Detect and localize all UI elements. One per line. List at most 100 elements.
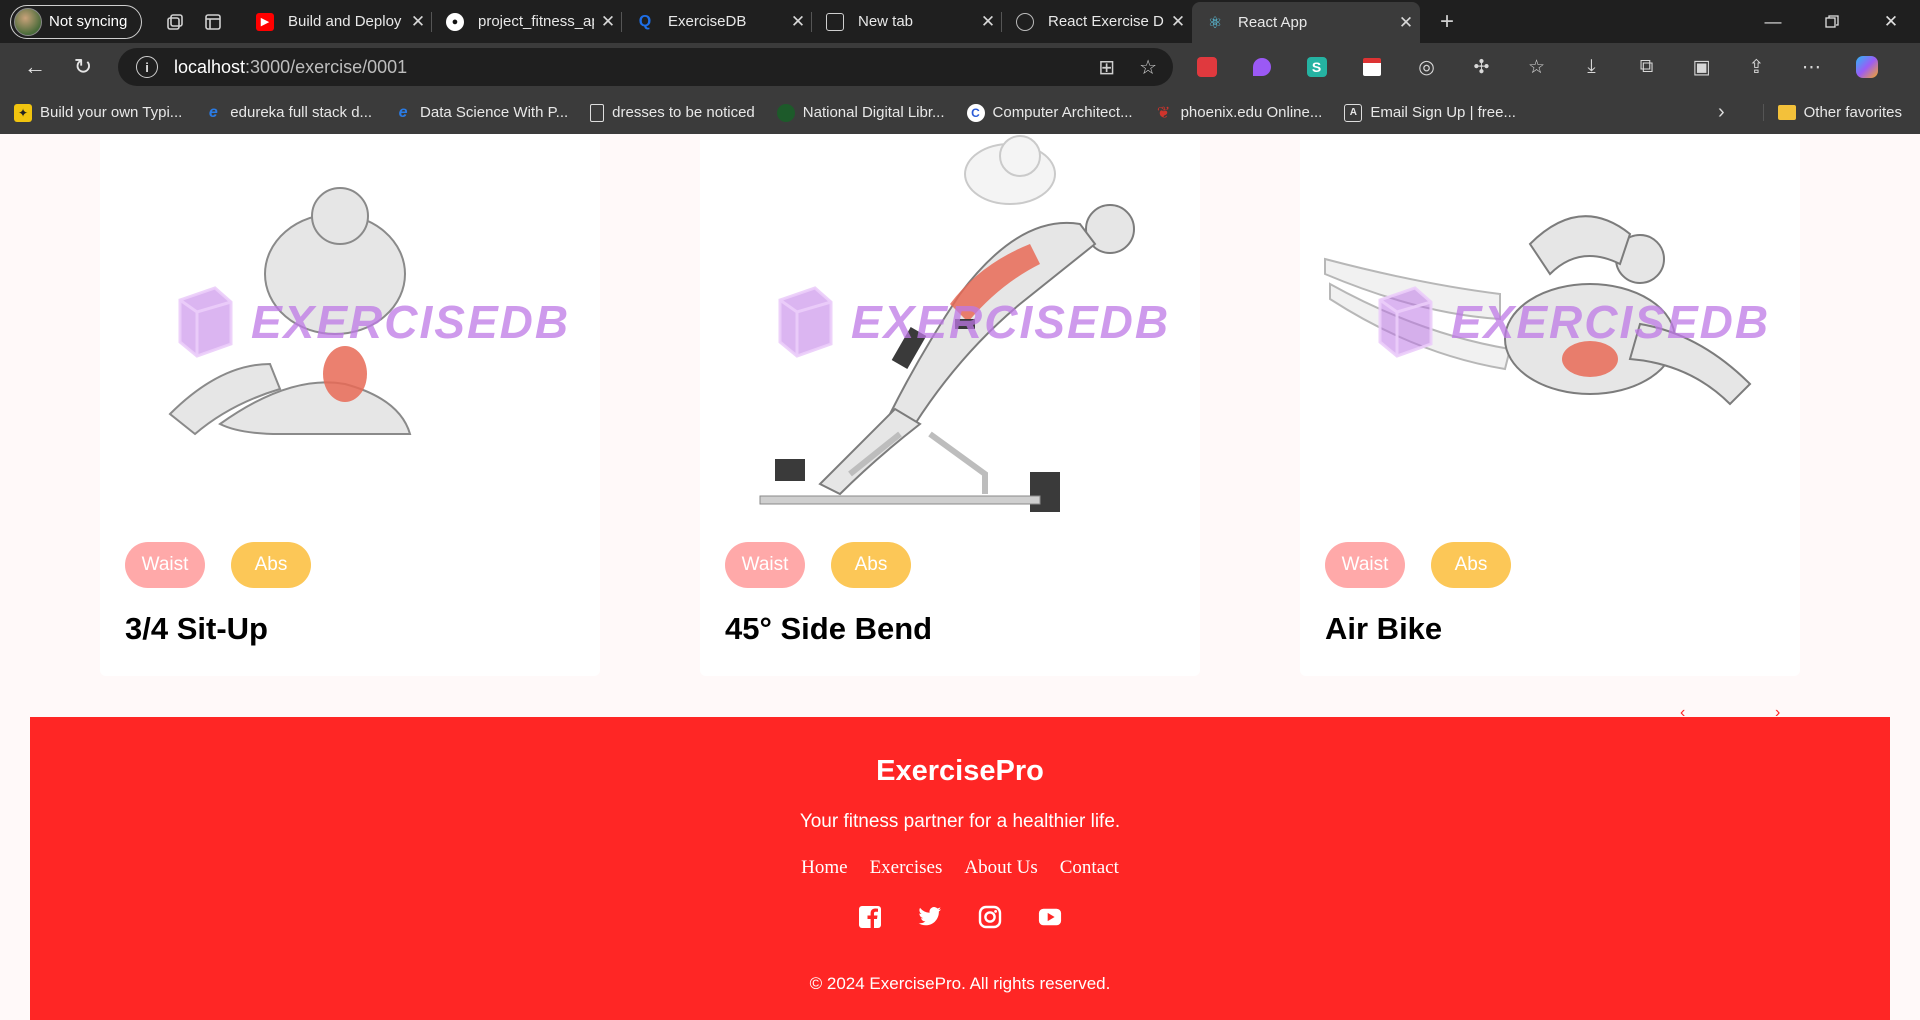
- tab-react-app[interactable]: ⚛ React App ✕: [1192, 2, 1420, 43]
- openai-icon: [1016, 12, 1034, 31]
- tab-newtab[interactable]: New tab ✕: [812, 0, 1002, 43]
- share-icon[interactable]: ⇪: [1729, 47, 1784, 87]
- browser-toolbar: ← ↻ i localhost:3000/exercise/0001 ⊞ ☆ S…: [0, 43, 1920, 91]
- app-install-icon[interactable]: ⊞: [1098, 55, 1115, 80]
- bookmark-item[interactable]: e edureka full stack d...: [204, 104, 372, 122]
- extension-target-icon[interactable]: ◎: [1399, 47, 1454, 87]
- downloads-icon[interactable]: ⤓: [1564, 47, 1619, 87]
- copilot-icon[interactable]: [1839, 47, 1894, 87]
- bookmark-item[interactable]: ❦ phoenix.edu Online...: [1155, 104, 1322, 122]
- chevron-right-icon[interactable]: ›: [1718, 101, 1725, 124]
- bookmark-item[interactable]: A Email Sign Up | free...: [1344, 103, 1516, 122]
- exercise-gif: EXERCISEDB: [700, 134, 1200, 534]
- address-bar[interactable]: i localhost:3000/exercise/0001 ⊞ ☆: [118, 48, 1173, 86]
- footer-link-home[interactable]: Home: [801, 857, 847, 879]
- refresh-icon[interactable]: ↻: [62, 47, 104, 87]
- extensions-puzzle-icon[interactable]: ✣: [1454, 47, 1509, 87]
- bookmarks-bar: ✦ Build your own Typi... e edureka full st…: [0, 91, 1920, 134]
- exercise-card[interactable]: EXERCISEDB Waist Abs Air Bike: [1300, 134, 1800, 676]
- close-icon[interactable]: ✕: [974, 12, 1002, 32]
- bookmark-typing-icon: ✦: [14, 103, 32, 122]
- coursera-icon: C: [966, 103, 985, 122]
- bookmark-item[interactable]: National Digital Libr...: [776, 103, 945, 122]
- footer-links: Home Exercises About Us Contact: [30, 857, 1890, 879]
- exercise-name: Air Bike: [1325, 611, 1443, 646]
- exercise-card[interactable]: EXERCISEDB Waist Abs 3/4 Sit-Up: [100, 134, 600, 676]
- minimize-icon[interactable]: —: [1744, 0, 1802, 43]
- target-badge[interactable]: Abs: [231, 542, 311, 588]
- phoenix-icon: ❦: [1156, 104, 1171, 122]
- exercise-gif: EXERCISEDB: [1300, 134, 1800, 534]
- exercise-card[interactable]: EXERCISEDB Waist Abs 45° Side Bend: [700, 134, 1200, 676]
- watermark: EXERCISEDB: [775, 284, 1170, 360]
- copyright: © 2024 ExercisePro. All rights reserved.: [809, 974, 1111, 993]
- tab-react-detail[interactable]: React Exercise Detail De ✕: [1002, 0, 1192, 43]
- page-icon: [590, 103, 605, 122]
- profile-button[interactable]: Not syncing: [10, 4, 142, 39]
- favorite-star-icon[interactable]: ☆: [1139, 55, 1157, 80]
- newtab-icon: [826, 12, 844, 31]
- vertical-tabs-icon[interactable]: [194, 4, 232, 40]
- collections-icon[interactable]: ▣: [1674, 47, 1729, 87]
- footer-link-about[interactable]: About Us: [964, 857, 1037, 879]
- page-content: EXERCISEDB Waist Abs 3/4 Sit-Up EXERCISE…: [0, 134, 1920, 1020]
- github-icon: ●: [446, 12, 464, 31]
- bookmark-item[interactable]: ✦ Build your own Typi...: [14, 103, 182, 122]
- new-tab-plus-icon[interactable]: +: [1428, 4, 1466, 40]
- youtube-icon: ▶: [256, 12, 274, 31]
- body-part-badge[interactable]: Waist: [125, 542, 205, 588]
- back-arrow-icon[interactable]: ←: [14, 47, 56, 87]
- profile-label: Not syncing: [49, 13, 128, 30]
- restore-icon[interactable]: [1803, 0, 1861, 43]
- window-close-icon[interactable]: ✕: [1862, 0, 1920, 43]
- exercise-name: 45° Side Bend: [725, 611, 933, 646]
- bookmark-item[interactable]: C Computer Architect...: [966, 103, 1133, 122]
- other-favorites[interactable]: Other favorites: [1762, 104, 1902, 121]
- tab-github[interactable]: ● project_fitness_app/src/ ✕: [432, 0, 622, 43]
- exercisedb-icon: Q: [638, 12, 652, 30]
- watermark: EXERCISEDB: [1375, 284, 1770, 360]
- close-icon[interactable]: ✕: [1392, 13, 1420, 33]
- footer-brand: ExercisePro: [876, 755, 1044, 787]
- avatar: [14, 7, 42, 36]
- footer-link-exercises[interactable]: Exercises: [870, 857, 943, 879]
- edureka-icon: e: [208, 103, 218, 121]
- close-icon[interactable]: ✕: [594, 12, 622, 32]
- target-badge[interactable]: Abs: [831, 542, 911, 588]
- extension-calendar-icon[interactable]: [1344, 47, 1399, 87]
- footer-link-contact[interactable]: Contact: [1060, 857, 1119, 879]
- bookmark-item[interactable]: dresses to be noticed: [590, 103, 755, 122]
- body-part-badge[interactable]: Waist: [725, 542, 805, 588]
- exercise-name: 3/4 Sit-Up: [125, 611, 268, 646]
- extension-purple-icon[interactable]: [1234, 47, 1289, 87]
- close-icon[interactable]: ✕: [1164, 12, 1192, 32]
- screenshot-icon[interactable]: ⧉: [1619, 47, 1674, 87]
- favorites-icon[interactable]: ☆: [1509, 47, 1564, 87]
- twitter-icon[interactable]: [918, 905, 942, 929]
- workspaces-icon[interactable]: [156, 4, 194, 40]
- close-icon[interactable]: ✕: [404, 12, 432, 32]
- body-part-badge[interactable]: Waist: [1325, 542, 1405, 588]
- tab-strip: Not syncing ▶ Build and Deploy a Moc ✕ ●…: [0, 0, 1920, 43]
- watermark: EXERCISEDB: [175, 284, 570, 360]
- alpha-icon: A: [1344, 103, 1363, 122]
- facebook-icon[interactable]: [858, 905, 882, 929]
- more-menu-icon[interactable]: ⋯: [1784, 47, 1839, 87]
- extension-s-icon[interactable]: S: [1289, 47, 1344, 87]
- edureka-icon: e: [398, 103, 408, 121]
- exercise-gif: EXERCISEDB: [100, 134, 600, 534]
- tab-exercisedb[interactable]: Q ExerciseDB ✕: [622, 0, 812, 43]
- target-badge[interactable]: Abs: [1431, 542, 1511, 588]
- extension-red-icon[interactable]: [1179, 47, 1234, 87]
- site-info-icon[interactable]: i: [136, 56, 158, 78]
- footer: ExercisePro Your fitness partner for a h…: [30, 717, 1890, 1020]
- footer-tagline: Your fitness partner for a healthier lif…: [799, 811, 1121, 832]
- tab-youtube[interactable]: ▶ Build and Deploy a Moc ✕: [242, 0, 432, 43]
- youtube-icon[interactable]: [1038, 905, 1062, 929]
- instagram-icon[interactable]: [978, 905, 1002, 929]
- react-icon: ⚛: [1207, 14, 1223, 32]
- close-icon[interactable]: ✕: [784, 12, 812, 32]
- folder-icon: [1777, 105, 1796, 120]
- ndl-icon: [776, 103, 795, 122]
- bookmark-item[interactable]: e Data Science With P...: [394, 103, 569, 122]
